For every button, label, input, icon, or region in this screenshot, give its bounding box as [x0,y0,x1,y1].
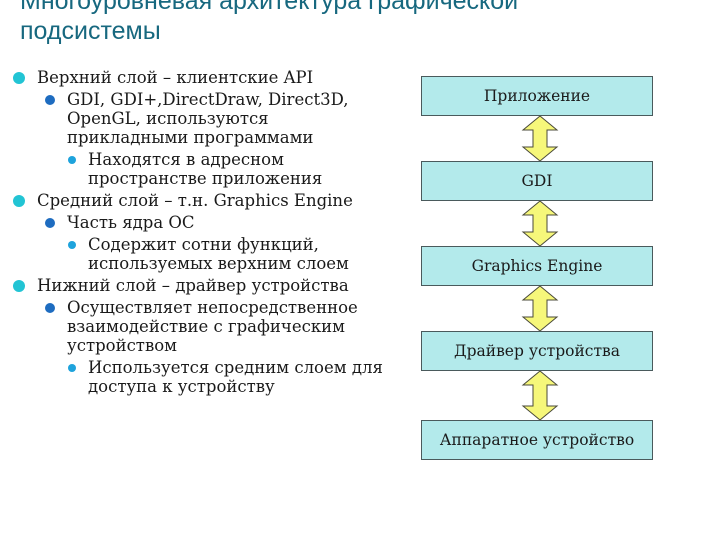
layer-label: Аппаратное устройство [439,431,635,449]
layer-box-graphics-engine: Graphics Engine [421,246,653,286]
layer-box-gdi: GDI [421,161,653,201]
layer-label: Драйвер устройства [453,342,621,360]
layer-label: Graphics Engine [471,257,603,275]
bidirectional-arrow-icon [521,285,559,332]
layer-box-application: Приложение [421,76,653,116]
bidirectional-arrow-icon [521,370,559,421]
layer-box-hardware-device: Аппаратное устройство [421,420,653,460]
bidirectional-arrow-icon [521,200,559,247]
bidirectional-arrow-icon [521,115,559,162]
layer-label: GDI [521,172,553,190]
layer-box-device-driver: Драйвер устройства [421,331,653,371]
layer-label: Приложение [483,87,591,105]
